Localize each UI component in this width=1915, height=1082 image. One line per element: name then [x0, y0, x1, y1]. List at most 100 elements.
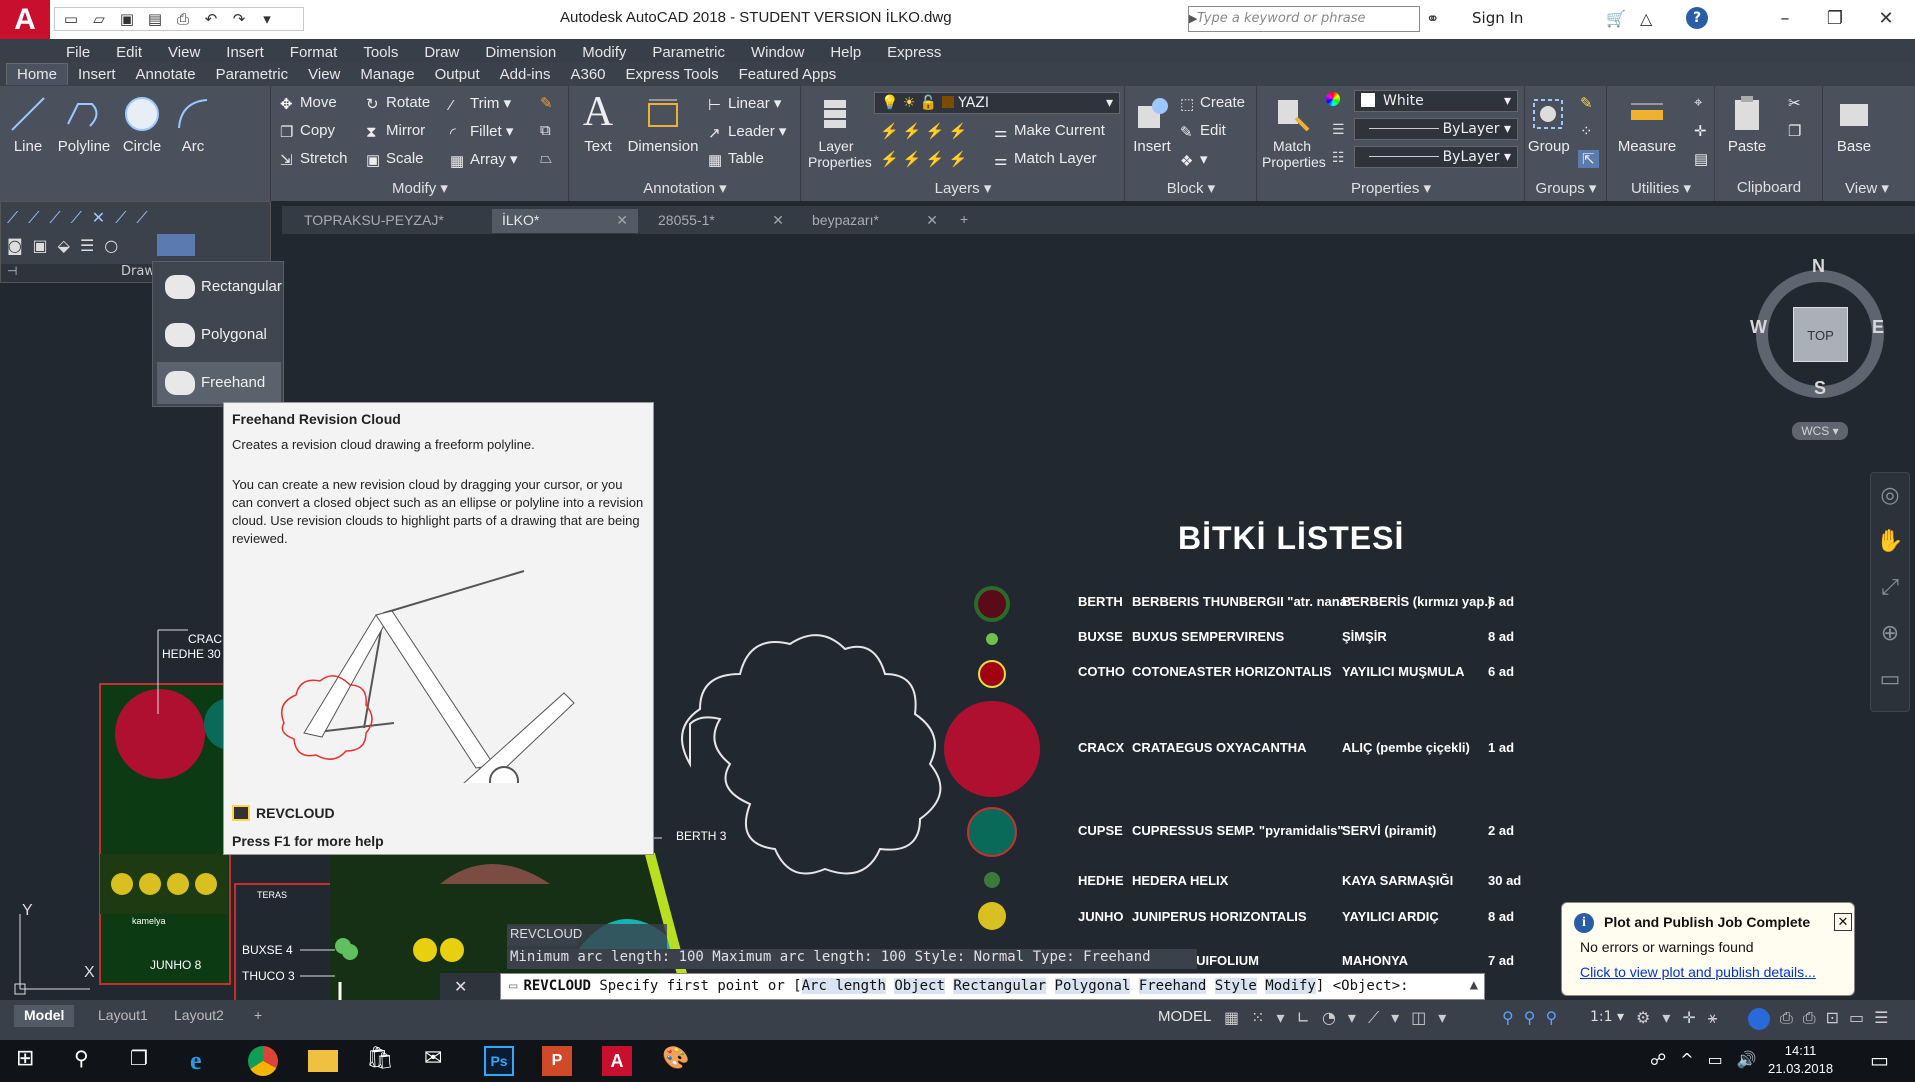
tab-a360[interactable]: A360	[560, 64, 615, 85]
taskbar-clock[interactable]: 14:11 21.03.2018	[1768, 1042, 1833, 1078]
base-view-button[interactable]: Base	[1832, 94, 1876, 155]
isolate-objects-icon[interactable]	[1748, 1008, 1770, 1030]
linear-dimension-button[interactable]: ⊢ Linear ▾	[708, 94, 781, 114]
tab-view[interactable]: View	[298, 64, 350, 85]
panel-view-label[interactable]: View ▾	[1824, 179, 1910, 201]
redo-icon[interactable]: ↷	[229, 10, 249, 28]
task-view-icon[interactable]: ❐	[130, 1046, 160, 1076]
viewcube-top-face[interactable]: TOP	[1793, 307, 1848, 362]
tab-featured-apps[interactable]: Featured Apps	[729, 64, 847, 85]
move-button[interactable]: ✥ Move	[280, 94, 337, 113]
compass-south[interactable]: S	[1814, 378, 1826, 399]
layout-tab-layout1[interactable]: Layout1	[88, 1005, 158, 1027]
store-icon[interactable]: 🛍	[366, 1046, 396, 1076]
chrome-icon[interactable]	[248, 1046, 278, 1076]
menu-format[interactable]: Format	[290, 44, 338, 61]
revcloud-freehand[interactable]: Freehand	[157, 362, 281, 404]
pin-icon[interactable]: ⊣	[7, 264, 17, 278]
id-point-icon[interactable]: ⌖	[1694, 94, 1702, 111]
block-attributes-button[interactable]: ❖ ▾	[1180, 150, 1208, 170]
menu-parametric[interactable]: Parametric	[652, 44, 725, 61]
compass-west[interactable]: W	[1750, 317, 1767, 338]
file-explorer-icon[interactable]	[308, 1050, 338, 1072]
option-modify[interactable]: Modify	[1265, 978, 1316, 994]
status-toggles[interactable]: ▦⁙▾∟◔▾⟋▾◫▾	[1224, 1008, 1458, 1028]
revcloud-rectangular[interactable]: Rectangular	[157, 266, 282, 308]
linetype-dropdown[interactable]: ByLayer ▾	[1354, 118, 1518, 140]
compass-east[interactable]: E	[1872, 317, 1884, 338]
binoculars-icon[interactable]: ⚭	[1426, 9, 1439, 28]
powerpoint-icon[interactable]: P	[542, 1046, 572, 1076]
layer-dropdown[interactable]: 💡 ☀ 🔓 YAZI ▾	[874, 92, 1120, 114]
qat-dropdown-icon[interactable]: ▾	[257, 10, 277, 28]
group-button[interactable]: Group	[1528, 94, 1570, 155]
ungroup-icon[interactable]: ✎	[1580, 94, 1593, 112]
copy-button[interactable]: ❐ Copy	[280, 122, 335, 141]
paint-icon[interactable]: 🎨	[662, 1046, 692, 1076]
tab-insert[interactable]: Insert	[68, 64, 126, 85]
fillet-button[interactable]: ◜ Fillet ▾	[450, 122, 513, 142]
measure-button[interactable]: Measure	[1614, 94, 1680, 155]
tab-manage[interactable]: Manage	[350, 64, 424, 85]
tab-home[interactable]: Home	[6, 63, 69, 85]
model-space-button[interactable]: MODEL	[1158, 1008, 1211, 1025]
edge-icon[interactable]: e	[190, 1046, 220, 1076]
color-wheel-icon[interactable]	[1326, 92, 1340, 106]
color-dropdown[interactable]: White ▾	[1354, 90, 1518, 112]
restore-button[interactable]: ❐	[1815, 5, 1855, 33]
search-icon[interactable]: ⚲	[74, 1046, 104, 1076]
application-menu-button[interactable]: A	[0, 0, 50, 39]
save-as-icon[interactable]: ▤	[145, 10, 165, 28]
photoshop-icon[interactable]: Ps	[484, 1046, 514, 1076]
new-tab-button[interactable]: +	[954, 209, 980, 233]
menu-dimension[interactable]: Dimension	[485, 44, 556, 61]
undo-icon[interactable]: ↶	[201, 10, 221, 28]
system-tray-icons[interactable]: ☍^▭🔊	[1650, 1050, 1771, 1069]
cart-icon[interactable]: 🛒	[1606, 9, 1626, 28]
crosshair-icon[interactable]: ✛	[1694, 122, 1707, 140]
layer-properties-button[interactable]: Layer Properties	[808, 94, 872, 170]
menu-express[interactable]: Express	[887, 44, 941, 61]
panel-annotation-label[interactable]: Annotation ▾	[570, 179, 800, 201]
command-line-close[interactable]: ✕ 🔧	[440, 973, 500, 1023]
rotate-button[interactable]: ↻ Rotate	[366, 94, 430, 113]
panel-clipboard-label[interactable]: Clipboard	[1716, 179, 1822, 201]
menu-edit[interactable]: Edit	[116, 44, 142, 61]
tab-annotate[interactable]: Annotate	[126, 64, 206, 85]
workspace-tools[interactable]: ⚙▾✛⚹	[1636, 1008, 1729, 1028]
scale-button[interactable]: ▣ Scale	[366, 150, 424, 169]
lineweight-dropdown[interactable]: ByLayer ▾	[1354, 146, 1518, 168]
compass-north[interactable]: N	[1812, 256, 1825, 277]
trim-button[interactable]: ⁄ Trim ▾	[450, 94, 511, 114]
open-icon[interactable]: ▱	[89, 10, 109, 28]
explode-icon[interactable]: ⧉	[540, 122, 551, 139]
status-tray-icons[interactable]: ⎙⎙⊡▭☰	[1780, 1008, 1898, 1028]
layout-tab-layout2[interactable]: Layout2	[164, 1005, 234, 1027]
search-expand-icon[interactable]: ▶	[1189, 6, 1203, 32]
table-button[interactable]: ▦ Table	[708, 150, 764, 169]
paste-button[interactable]: Paste	[1724, 94, 1770, 155]
erase-icon[interactable]: ✎	[540, 94, 553, 112]
annotation-scale[interactable]: 1:1 ▾	[1590, 1009, 1624, 1025]
annotation-tools[interactable]: ⚲⚲⚲	[1502, 1008, 1567, 1027]
mirror-button[interactable]: ⧗ Mirror	[366, 122, 425, 141]
autocad-taskbar-icon[interactable]: A	[602, 1046, 632, 1076]
layer-tools-row1[interactable]: ⚡ ⚡ ⚡ ⚡	[880, 122, 967, 140]
match-properties-button[interactable]: Match Properties	[1262, 94, 1326, 170]
make-current-button[interactable]: ⚌ Make Current	[994, 122, 1105, 141]
file-tab-28055[interactable]: 28055-1* ✕	[648, 209, 794, 233]
panel-utilities-label[interactable]: Utilities ▾	[1608, 179, 1714, 201]
panel-groups-label[interactable]: Groups ▾	[1526, 179, 1606, 201]
menu-help[interactable]: Help	[830, 44, 861, 61]
notification-details-link[interactable]: Click to view plot and publish details..…	[1580, 964, 1816, 980]
panel-modify-label[interactable]: Modify ▾	[270, 179, 570, 201]
copy-clip-icon[interactable]: ❐	[1788, 122, 1801, 140]
cut-icon[interactable]: ✂	[1788, 94, 1801, 112]
file-tab-ilko[interactable]: İLKO* ✕	[492, 209, 638, 233]
file-tab-topraksu[interactable]: TOPRAKSU-PEYZAJ*	[294, 209, 484, 233]
polyline-button[interactable]: Polyline	[52, 94, 116, 155]
close-window-button[interactable]: ✕	[1866, 5, 1906, 33]
leader-button[interactable]: ↗ Leader ▾	[708, 122, 786, 142]
minimize-button[interactable]: –	[1765, 5, 1805, 33]
option-style[interactable]: Style	[1214, 978, 1257, 994]
